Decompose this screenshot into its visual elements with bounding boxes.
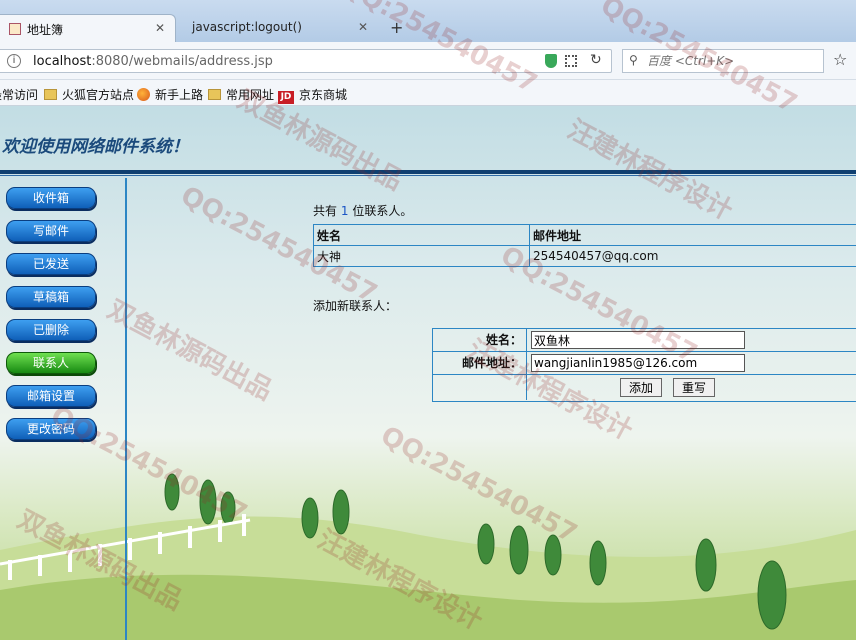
menu-drafts-button[interactable]: 草稿箱 (6, 286, 96, 308)
bookmark-jd-mall[interactable]: JD 京东商城 (278, 86, 347, 104)
header-divider (0, 170, 856, 174)
firefox-icon (137, 88, 150, 101)
tab-label: 地址簿 (27, 23, 64, 37)
email-field[interactable] (531, 354, 745, 372)
bookmark-label: 火狐官方站点 (62, 88, 135, 102)
search-box[interactable]: ⚲ (622, 49, 824, 73)
name-field[interactable] (531, 331, 745, 349)
url-text[interactable]: localhost:8080/webmails/address.jsp (33, 54, 273, 69)
column-header-name: 姓名 (313, 224, 530, 246)
bookmark-getting-started[interactable]: 新手上路 (137, 86, 203, 103)
contact-count-summary: 共有 1 位联系人。 (313, 202, 412, 219)
add-contact-title: 添加新联系人： (313, 299, 398, 313)
form-row-name: 姓名： (433, 329, 856, 352)
url-host: localhost (33, 54, 92, 69)
welcome-title: 欢迎使用网络邮件系统！ (2, 137, 189, 157)
add-contact-form: 姓名： 邮件地址： 添加 重写 (432, 328, 856, 402)
new-tab-plus-icon[interactable]: + (390, 18, 403, 37)
table-row: 大神 254540457@qq.com (313, 245, 856, 267)
bookmarks-bar: 最常访问 火狐官方站点 新手上路 常用网址 JD 京东商城 (0, 80, 856, 106)
column-header-email: 邮件地址 (529, 224, 856, 246)
bookmark-label: 常用网址 (226, 88, 275, 102)
summary-suffix: 位联系人。 (352, 204, 413, 218)
tab-address-book[interactable]: 地址簿 ✕ (0, 14, 176, 42)
bookmark-star-icon[interactable]: ☆ (833, 50, 847, 69)
search-icon: ⚲ (629, 53, 638, 67)
bookmark-label: 新手上路 (155, 88, 204, 102)
buttons-label-cell (433, 375, 527, 400)
menu-deleted-button[interactable]: 已删除 (6, 319, 96, 341)
bookmark-most-visited[interactable]: 最常访问 (0, 86, 38, 103)
info-icon[interactable]: i (7, 54, 21, 68)
landscape-background (0, 473, 856, 640)
tab-label: javascript:logout() (192, 20, 302, 34)
search-input[interactable] (647, 52, 817, 70)
add-button[interactable]: 添加 (620, 378, 662, 397)
email-label: 邮件地址： (433, 352, 527, 374)
form-row-buttons: 添加 重写 (433, 375, 856, 401)
qrcode-icon[interactable] (565, 55, 577, 67)
menu-inbox-button[interactable]: 收件箱 (6, 187, 96, 209)
menu-contacts-button[interactable]: 联系人 (6, 352, 96, 374)
name-label: 姓名： (433, 329, 527, 351)
contact-email-cell: 254540457@qq.com (529, 245, 856, 267)
contact-name-cell: 大神 (313, 245, 530, 267)
table-header-row: 姓名 邮件地址 (313, 224, 856, 246)
header-divider-thin (0, 175, 856, 176)
menu-change-password-button[interactable]: 更改密码 (6, 418, 96, 440)
sidebar-divider (125, 178, 127, 640)
bookmark-firefox-site[interactable]: 火狐官方站点 (44, 86, 134, 103)
tab-logout[interactable]: javascript:logout() ✕ (178, 14, 378, 42)
summary-prefix: 共有 (313, 204, 338, 218)
reset-button[interactable]: 重写 (673, 378, 715, 397)
menu-compose-button[interactable]: 写邮件 (6, 220, 96, 242)
form-row-email: 邮件地址： (433, 352, 856, 375)
bookmark-label: 京东商城 (299, 88, 348, 102)
menu-sent-button[interactable]: 已发送 (6, 253, 96, 275)
url-path: :8080/webmails/address.jsp (91, 54, 273, 69)
contacts-table: 姓名 邮件地址 大神 254540457@qq.com (313, 224, 856, 267)
shield-icon[interactable] (545, 54, 557, 68)
page-header: 欢迎使用网络邮件系统！ (0, 106, 856, 176)
url-bar[interactable]: i localhost:8080/webmails/address.jsp (0, 49, 612, 73)
page-content: 欢迎使用网络邮件系统！ 收件箱 写邮件 已发送 草稿箱 已删除 联系人 邮箱设置… (0, 106, 856, 640)
close-tab-icon[interactable]: ✕ (155, 21, 165, 35)
jd-icon: JD (278, 91, 294, 104)
browser-nav-bar: i localhost:8080/webmails/address.jsp ↻ … (0, 42, 856, 80)
menu-mailbox-settings-button[interactable]: 邮箱设置 (6, 385, 96, 407)
browser-tab-bar: 地址簿 ✕ javascript:logout() ✕ + (0, 0, 856, 42)
folder-icon (208, 89, 221, 100)
close-tab-icon[interactable]: ✕ (358, 20, 368, 34)
page-favicon-icon (9, 23, 21, 35)
bookmark-common-sites[interactable]: 常用网址 (208, 86, 274, 103)
contact-count: 1 (340, 204, 349, 218)
folder-icon (44, 89, 57, 100)
reload-icon[interactable]: ↻ (590, 52, 602, 68)
